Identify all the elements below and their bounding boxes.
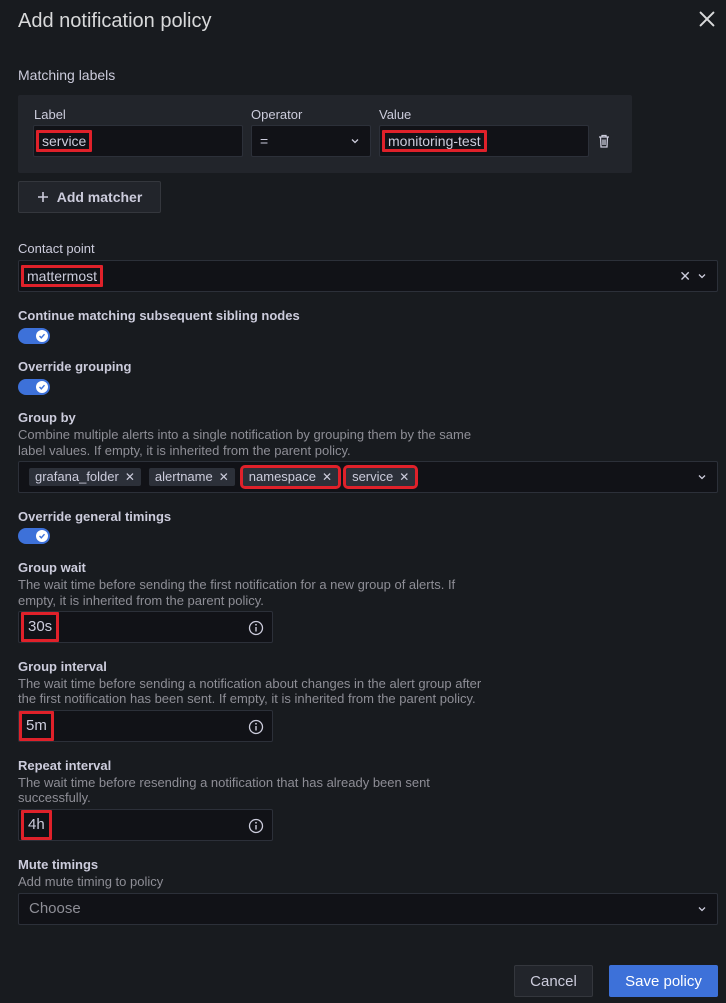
add-matcher-button[interactable]: Add matcher [18,181,161,213]
group-by-tag: alertname ✕ [148,468,235,486]
group-wait-value: 30s [21,612,60,642]
chevron-down-icon [351,139,359,144]
repeat-interval-label: Repeat interval [18,758,112,773]
remove-tag-icon[interactable]: ✕ [322,462,332,492]
repeat-interval-input[interactable]: 4h [18,809,273,841]
group-by-label: Group by [18,410,76,425]
plus-icon [37,192,48,202]
label-input[interactable]: service [33,125,243,157]
operator-select[interactable]: = [251,125,371,157]
group-by-description-1: Combine multiple alerts into a single no… [18,427,472,442]
override-timings-label: Override general timings [18,509,172,524]
check-icon [39,533,46,539]
mute-timings-label: Mute timings [18,857,99,872]
group-by-select[interactable]: grafana_folder ✕ alertname ✕ namespace ✕ se… [18,461,718,493]
trash-icon[interactable] [596,133,612,149]
operator-value: = [260,133,269,149]
modal-title: Add notification policy [18,10,212,32]
contact-point-label: Contact point [18,241,95,256]
group-interval-description-2: the first notification has been sent. If… [18,691,476,706]
operator-column-header: Operator [251,107,303,122]
repeat-interval-value: 4h [21,810,52,840]
contact-point-value: mattermost [21,265,104,287]
save-policy-button[interactable]: Save policy [609,965,718,997]
value-column-header: Value [379,107,412,122]
info-icon[interactable] [248,620,264,636]
group-wait-description-1: The wait time before sending the first n… [18,577,456,592]
repeat-interval-description-2: successfully. [18,790,91,805]
group-interval-description-1: The wait time before sending a notificat… [18,676,482,691]
mute-timings-placeholder: Choose [29,900,81,917]
mute-timings-select[interactable]: Choose [18,893,718,925]
override-grouping-label: Override grouping [18,359,132,374]
group-interval-input[interactable]: 5m [18,710,273,742]
group-by-tag: namespace ✕ [239,465,342,489]
override-timings-toggle[interactable] [18,528,50,544]
continue-matching-label: Continue matching subsequent sibling nod… [18,308,300,323]
group-wait-label: Group wait [18,560,86,575]
matching-labels-heading: Matching labels [18,67,116,83]
repeat-interval-description-1: The wait time before resending a notific… [18,775,430,790]
continue-matching-toggle[interactable] [18,328,50,344]
group-interval-label: Group interval [18,659,107,674]
add-notification-policy-modal: Add notification policy Matching labels … [0,0,726,1003]
label-column-header: Label [34,107,66,122]
check-icon [39,333,46,339]
check-icon [39,384,46,390]
value-input-value: monitoring-test [382,130,487,152]
group-by-description-2: label values. If empty, it is inherited … [18,443,351,458]
group-by-tag: grafana_folder ✕ [29,468,141,486]
label-input-value: service [36,130,93,152]
remove-tag-icon[interactable]: ✕ [219,462,229,492]
group-by-tag: service ✕ [343,465,419,489]
remove-tag-icon[interactable]: ✕ [125,462,135,492]
cancel-label: Cancel [530,972,577,990]
close-button[interactable] [696,8,718,30]
chevron-down-icon [698,907,706,912]
group-wait-description-2: empty, it is inherited from the parent p… [18,593,264,608]
info-icon[interactable] [248,719,264,735]
group-interval-value: 5m [19,711,54,741]
add-matcher-label: Add matcher [56,189,143,205]
cancel-button[interactable]: Cancel [514,965,593,997]
info-icon[interactable] [248,818,264,834]
chevron-down-icon [698,274,706,279]
chevron-down-icon [698,475,706,480]
mute-timings-description: Add mute timing to policy [18,874,164,889]
remove-tag-icon[interactable]: ✕ [399,462,409,492]
value-input[interactable]: monitoring-test [379,125,589,157]
save-policy-label: Save policy [625,972,702,990]
override-grouping-toggle[interactable] [18,379,50,395]
clear-icon[interactable]: ✕ [679,261,691,291]
contact-point-select[interactable]: mattermost ✕ [18,260,718,292]
group-wait-input[interactable]: 30s [18,611,273,643]
close-icon [699,11,715,27]
